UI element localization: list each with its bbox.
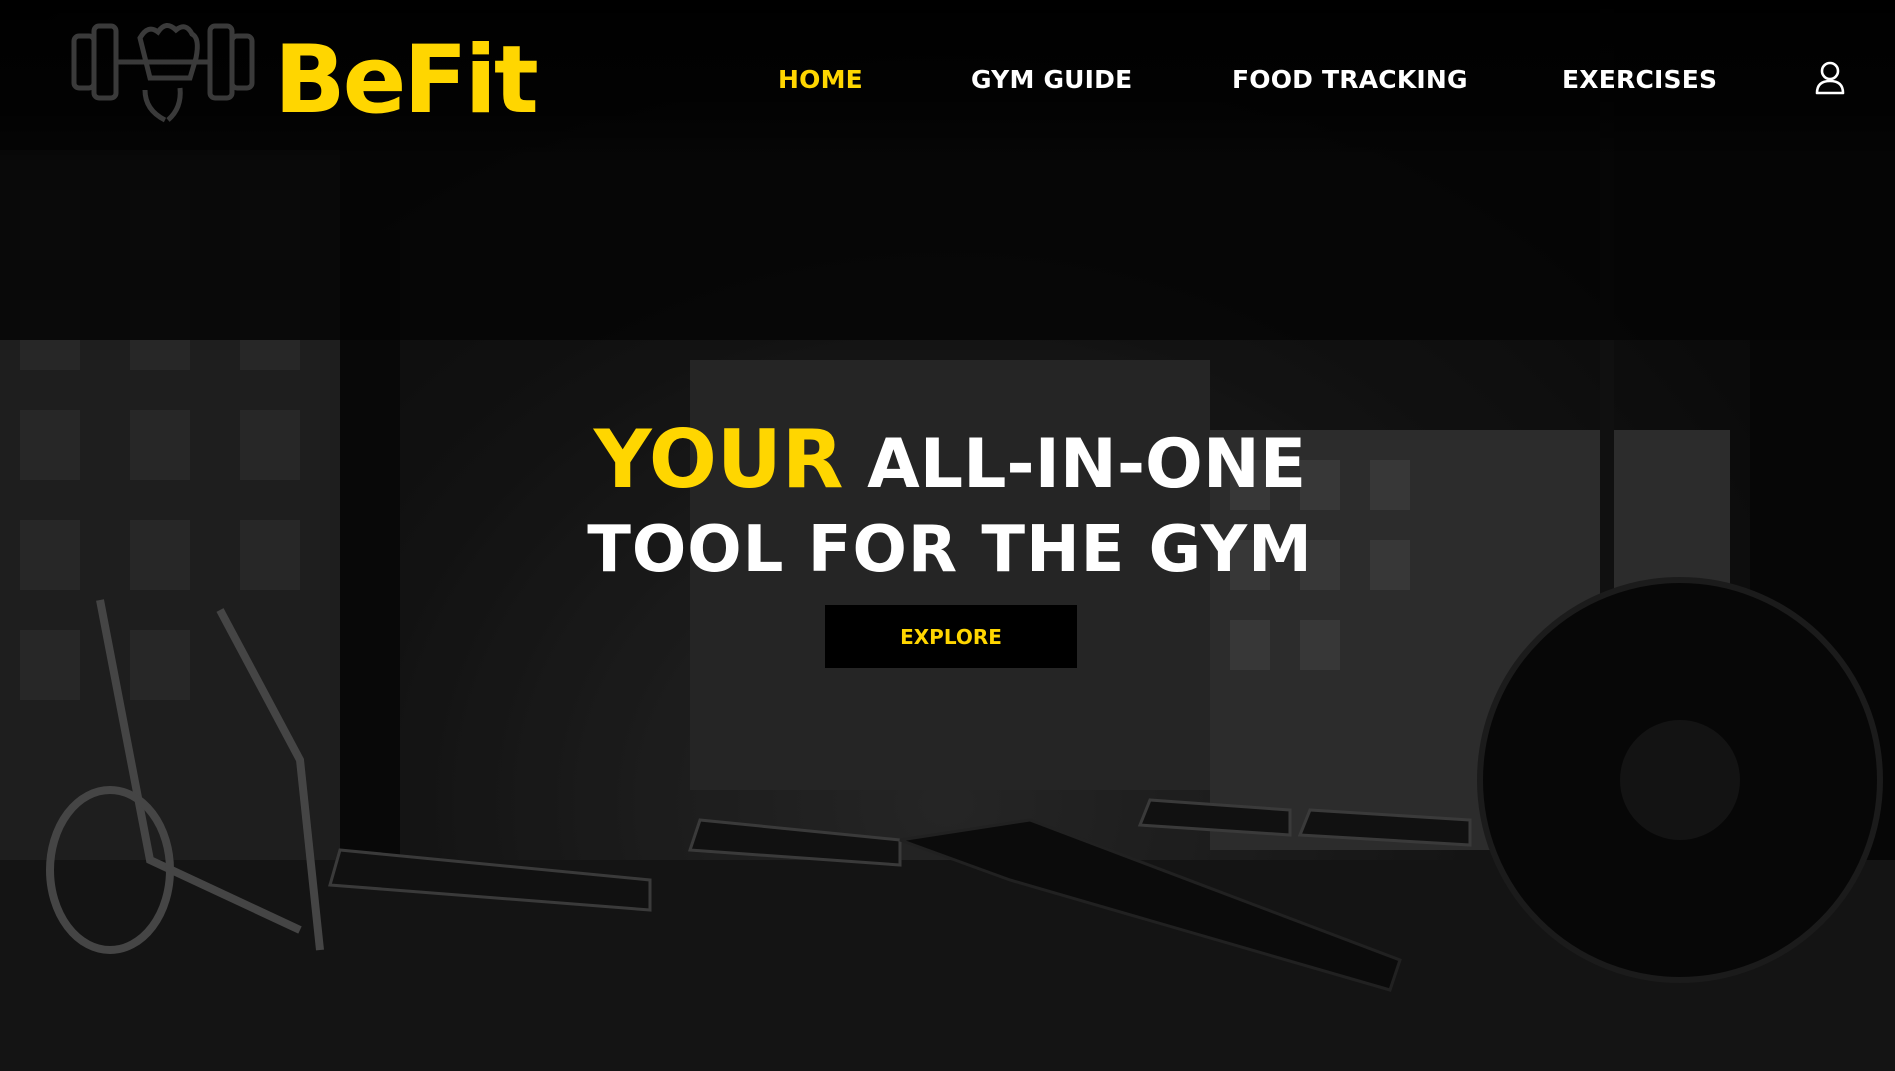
hero-title-line-1: YOUR ALL-IN-ONE <box>560 418 1340 507</box>
nav-item-food-tracking[interactable]: FOOD TRACKING <box>1232 60 1468 100</box>
nav-item-exercises[interactable]: EXERCISES <box>1562 60 1717 100</box>
site-header: BeFit HOME GYM GUIDE FOOD TRACKING EXERC… <box>0 0 1895 160</box>
brand-logo-text[interactable]: BeFit <box>274 26 539 136</box>
explore-button[interactable]: EXPLORE <box>825 605 1077 668</box>
hero-title-line-1-rest: ALL-IN-ONE <box>867 425 1307 504</box>
nav-item-home[interactable]: HOME <box>778 60 863 100</box>
user-account-button[interactable] <box>1810 56 1850 100</box>
nav-item-gym-guide[interactable]: GYM GUIDE <box>971 60 1132 100</box>
hero-title: YOUR ALL-IN-ONE TOOL FOR THE GYM <box>560 418 1340 593</box>
hero-title-accent: YOUR <box>593 413 844 506</box>
dumbbell-fist-icon[interactable] <box>70 18 256 126</box>
user-icon <box>1815 61 1845 95</box>
home-page: BeFit HOME GYM GUIDE FOOD TRACKING EXERC… <box>0 0 1895 1071</box>
hero-title-line-2: TOOL FOR THE GYM <box>587 513 1313 587</box>
